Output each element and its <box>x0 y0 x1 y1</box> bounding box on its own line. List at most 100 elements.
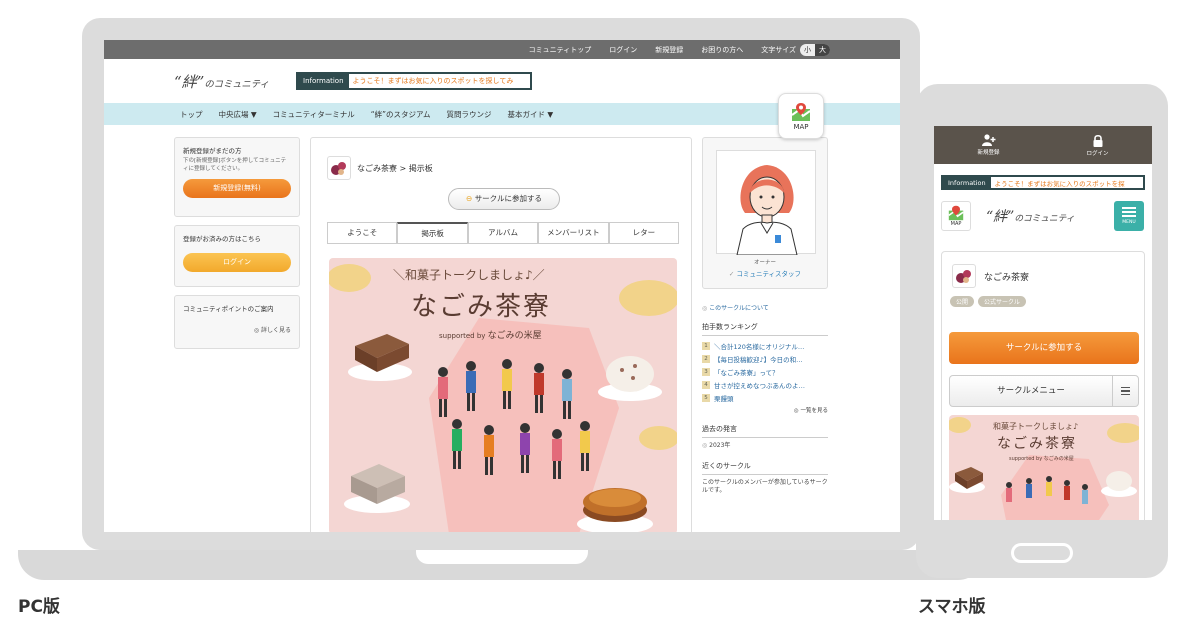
ranking-item[interactable]: 4 甘さが控えめなつぶあんのよ… <box>702 378 828 391</box>
rank-number: 5 <box>702 393 710 402</box>
lock-icon <box>1093 134 1102 147</box>
tag-official: 公式サークル <box>978 296 1026 307</box>
add-user-icon <box>981 134 995 146</box>
owner-role: オーナー <box>753 260 776 266</box>
pc-body: 新規登録がまだの方 下の[新規登録]ボタンを押してコミュニティに登録してください… <box>104 125 900 532</box>
tab-member-list[interactable]: メンバーリスト <box>538 222 609 243</box>
breadcrumb-text[interactable]: なごみ茶寮 > 掲示板 <box>357 163 433 174</box>
past-year-link[interactable]: ◎ 2023年 <box>702 442 828 451</box>
mobile-menu-button[interactable]: MENU <box>1114 201 1144 231</box>
mobile-circle-card: なごみ茶寮 公開 公式サークル サークルに参加する サークルメニュー 和菓子トー… <box>941 251 1145 520</box>
banner-supported: supported by なごみの米屋 <box>439 328 542 341</box>
mobile-banner-subtitle: 和菓子トークしましょ♪ <box>993 422 1079 431</box>
ranking-more-link[interactable]: ◎ 一覧を見る <box>702 406 828 414</box>
circle-main: なごみ茶寮 > 掲示板 ⊖ サークルに参加する ようこそ 掲示板 アルバム メン… <box>310 137 692 532</box>
tab-letter[interactable]: レター <box>608 222 680 243</box>
logo-rest: のコミュニティ <box>1014 214 1075 224</box>
topbar-link-login[interactable]: ログイン <box>609 45 637 55</box>
logo-rest: のコミュニティ <box>204 79 269 90</box>
signup-button[interactable]: 新規登録(無料) <box>183 179 291 199</box>
mobile-banner-supported: supported by なごみの米屋 <box>1009 455 1074 462</box>
rank-number: 3 <box>702 367 710 376</box>
logo-main: “絆” <box>174 73 205 91</box>
mobile-join-circle-button[interactable]: サークルに参加する <box>949 332 1139 364</box>
mobile-banner-sponsor: なごみの米屋 <box>1043 456 1074 462</box>
mobile-banner-title: なごみ茶寮 <box>997 436 1077 452</box>
tag-public: 公開 <box>950 296 975 307</box>
mobile-information-message: ようこそ！まずはお気に入りのスポットを探 <box>994 179 1125 188</box>
circle-menu-button[interactable]: サークルメニュー <box>949 375 1139 407</box>
tab-board[interactable]: 掲示板 <box>397 222 468 243</box>
map-button[interactable]: MAP <box>778 93 824 139</box>
tab-welcome[interactable]: ようこそ <box>327 222 398 243</box>
points-more-link[interactable]: ◎ 詳しく見る <box>183 325 291 334</box>
join-circle-button[interactable]: ⊖ サークルに参加する <box>448 188 560 210</box>
owner-name[interactable]: ✓ コミュニティスタッフ <box>703 268 827 278</box>
banner-subtitle: ＼和菓子トークしましょ♪／ <box>393 268 545 282</box>
mobile-information-ticker[interactable]: Information ようこそ！まずはお気に入りのスポットを探 <box>941 175 1145 190</box>
rank-number: 2 <box>702 354 710 363</box>
mobile-circle-header: なごみ茶寮 <box>952 264 1029 288</box>
topbar-link-community-top[interactable]: コミュニティトップ <box>529 45 592 55</box>
past-year-label: 2023年 <box>709 442 731 449</box>
mobile-information-label: Information <box>943 177 991 188</box>
signup-description: 下の[新規登録]ボタンを押してコミュニティに登録してください。 <box>183 158 287 172</box>
join-icon: ⊖ <box>466 194 475 203</box>
people-illustration <box>438 359 590 479</box>
phone-home-button <box>1011 543 1073 563</box>
information-message: ようこそ！まずはお気に入りのスポットを探してみ <box>352 77 514 85</box>
mobile-login-button[interactable]: ログイン <box>1043 126 1152 164</box>
login-title: 登録がお済みの方はこちら <box>183 235 261 243</box>
owner-avatar[interactable] <box>716 150 816 256</box>
ranking-list: 1 ＼合計120名様にオリジナル… 2 【毎日投稿歓迎♪】今日の和… 3 「なごみ茶寮… <box>702 339 828 404</box>
points-box: コミュニティポイントのご案内 ◎ 詳しく見る <box>174 295 300 349</box>
ranking-item[interactable]: 3 「なごみ茶寮」って？ <box>702 365 828 378</box>
ranking-heading: 拍手数ランキング <box>702 322 828 336</box>
mobile-banner-supported-text: supported by <box>1009 456 1043 462</box>
mobile-screen: 新規登録 ログイン Information ようこそ！まずはお気に入りのスポット… <box>934 126 1152 520</box>
rank-number: 1 <box>702 341 710 350</box>
owner-name-text: コミュニティスタッフ <box>736 270 802 278</box>
ranking-item[interactable]: 1 ＼合計120名様にオリジナル… <box>702 339 828 352</box>
nav-item-community-terminal[interactable]: コミュニティターミナル <box>273 109 355 120</box>
pc-version-label: PC版 <box>18 597 60 617</box>
tab-album[interactable]: アルバム <box>467 222 539 243</box>
font-size-switcher: 文字サイズ 小 大 <box>761 43 830 56</box>
site-logo[interactable]: “絆”のコミュニティ <box>174 71 269 92</box>
ranking-item[interactable]: 5 栗饅頭 <box>702 391 828 404</box>
map-label: MAP <box>793 122 809 131</box>
circle-thumbnail <box>327 156 351 180</box>
nav-item-basic-guide[interactable]: 基本ガイド ▼ <box>507 109 553 120</box>
circle-thumbnail <box>952 264 976 288</box>
ranking-more-label: 一覧を見る <box>800 408 828 414</box>
circle-menu-label: サークルメニュー <box>997 386 1065 396</box>
information-ticker[interactable]: Information ようこそ！まずはお気に入りのスポットを探してみ <box>296 72 532 90</box>
hamburger-icon-bar <box>1122 215 1136 217</box>
mobile-circle-banner: 和菓子トークしましょ♪ なごみ茶寮 supported by なごみの米屋 <box>949 415 1139 520</box>
map-pin-icon <box>791 102 811 121</box>
mobile-signup-label: 新規登録 <box>977 150 1000 156</box>
nav-item-central-plaza[interactable]: 中央広場 ▼ <box>219 109 257 120</box>
mobile-map-button[interactable]: MAP <box>941 201 971 231</box>
information-label: Information <box>298 74 349 88</box>
mobile-version-label: スマホ版 <box>918 597 986 617</box>
mobile-site-logo[interactable]: “絆”のコミュニティ <box>986 206 1075 226</box>
font-size-label: 文字サイズ <box>761 45 796 54</box>
topbar-link-signup[interactable]: 新規登録 <box>655 45 683 55</box>
topbar-link-help[interactable]: お困りの方へ <box>701 45 743 55</box>
login-button[interactable]: ログイン <box>183 253 291 272</box>
nav-item-top[interactable]: トップ <box>180 109 203 120</box>
nav-item-stadium[interactable]: “絆”のスタジアム <box>371 109 431 120</box>
mobile-map-label: MAP <box>950 221 962 227</box>
font-size-small-button[interactable]: 小 <box>800 44 815 56</box>
mobile-signup-button[interactable]: 新規登録 <box>934 126 1043 164</box>
logo-main: “絆” <box>986 209 1015 225</box>
signup-title: 新規登録がまだの方 <box>183 147 242 155</box>
map-pin-icon <box>948 205 964 221</box>
join-circle-label: サークルに参加する <box>474 194 542 203</box>
font-size-large-button[interactable]: 大 <box>815 43 830 56</box>
about-circle-link[interactable]: ◎ このサークルについて <box>702 303 828 312</box>
nav-item-question-lounge[interactable]: 質問ラウンジ <box>446 109 491 120</box>
kinako-cake-icon <box>344 464 410 513</box>
ranking-item[interactable]: 2 【毎日投稿歓迎♪】今日の和… <box>702 352 828 365</box>
